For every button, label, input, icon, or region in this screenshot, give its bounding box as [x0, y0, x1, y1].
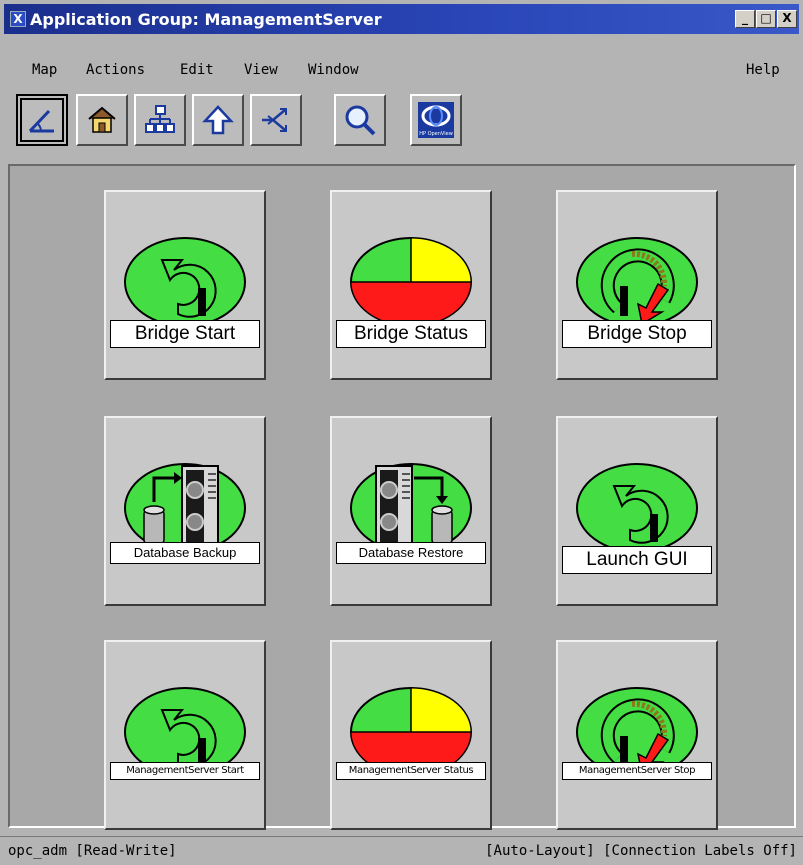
- hp-openview-icon: HP OpenView: [418, 102, 454, 138]
- hp-logo-text: HP OpenView: [419, 131, 453, 137]
- tile-label: Launch GUI: [562, 546, 712, 574]
- x-window-icon[interactable]: X: [10, 11, 26, 27]
- tile-database-restore[interactable]: Database Restore: [330, 416, 492, 606]
- tile-label: ManagementServer Start: [110, 762, 260, 780]
- tile-managementserver-start[interactable]: ManagementServer Start: [104, 640, 266, 830]
- hierarchy-icon: [145, 105, 175, 133]
- navigate-icon: [262, 108, 287, 132]
- edit-mode-button[interactable]: [16, 94, 68, 146]
- menu-help[interactable]: Help: [746, 62, 780, 78]
- hp-openview-button[interactable]: HP OpenView: [410, 94, 462, 146]
- tile-label: Database Restore: [336, 542, 486, 564]
- toolbar: HP OpenView: [4, 92, 799, 154]
- menu-edit[interactable]: Edit: [180, 62, 214, 78]
- search-icon: [345, 105, 376, 136]
- status-user-mode: opc_adm [Read-Write]: [8, 843, 177, 859]
- tile-database-backup[interactable]: Database Backup: [104, 416, 266, 606]
- tile-bridge-start[interactable]: Bridge Start: [104, 190, 266, 380]
- title-bar[interactable]: X Application Group: ManagementServer _ …: [4, 4, 799, 34]
- close-button[interactable]: X: [777, 10, 797, 28]
- tile-launch-gui[interactable]: Launch GUI: [556, 416, 718, 606]
- up-button[interactable]: [192, 94, 244, 146]
- up-arrow-icon: [202, 105, 234, 135]
- maximize-button[interactable]: □: [756, 10, 776, 28]
- tile-bridge-stop[interactable]: Bridge Stop: [556, 190, 718, 380]
- menu-view[interactable]: View: [244, 62, 278, 78]
- application-window: X Application Group: ManagementServer _ …: [0, 0, 803, 865]
- edit-mode-icon: [28, 109, 54, 133]
- hierarchy-button[interactable]: [134, 94, 186, 146]
- tile-label: Database Backup: [110, 542, 260, 564]
- menu-actions[interactable]: Actions: [86, 62, 145, 78]
- tile-label: Bridge Status: [336, 320, 486, 348]
- minimize-button[interactable]: _: [735, 10, 755, 28]
- status-pie-icon: [350, 237, 472, 327]
- status-bar: opc_adm [Read-Write] [Auto-Layout] [Conn…: [0, 836, 803, 865]
- tile-label: ManagementServer Status: [336, 762, 486, 780]
- start-icon: [124, 237, 246, 327]
- database-restore-icon: [350, 463, 472, 553]
- window-title: Application Group: ManagementServer: [30, 10, 382, 29]
- tile-label: Bridge Stop: [562, 320, 712, 348]
- stop-icon: [576, 237, 698, 327]
- menu-bar: Map Actions Edit View Window Help: [4, 56, 799, 86]
- tile-managementserver-status[interactable]: ManagementServer Status: [330, 640, 492, 830]
- tile-label: Bridge Start: [110, 320, 260, 348]
- start-icon: [576, 463, 698, 553]
- tile-label: ManagementServer Stop: [562, 762, 712, 780]
- status-layout-info: [Auto-Layout] [Connection Labels Off]: [485, 843, 797, 859]
- menu-window[interactable]: Window: [308, 62, 359, 78]
- tile-managementserver-stop[interactable]: ManagementServer Stop: [556, 640, 718, 830]
- search-button[interactable]: [334, 94, 386, 146]
- tile-bridge-status[interactable]: Bridge Status: [330, 190, 492, 380]
- database-backup-icon: [124, 463, 246, 553]
- map-canvas[interactable]: Bridge Start Bridge Status Bridge Stop D…: [8, 164, 796, 830]
- navigate-button[interactable]: [250, 94, 302, 146]
- home-icon: [88, 106, 116, 133]
- home-button[interactable]: [76, 94, 128, 146]
- menu-map[interactable]: Map: [32, 62, 57, 78]
